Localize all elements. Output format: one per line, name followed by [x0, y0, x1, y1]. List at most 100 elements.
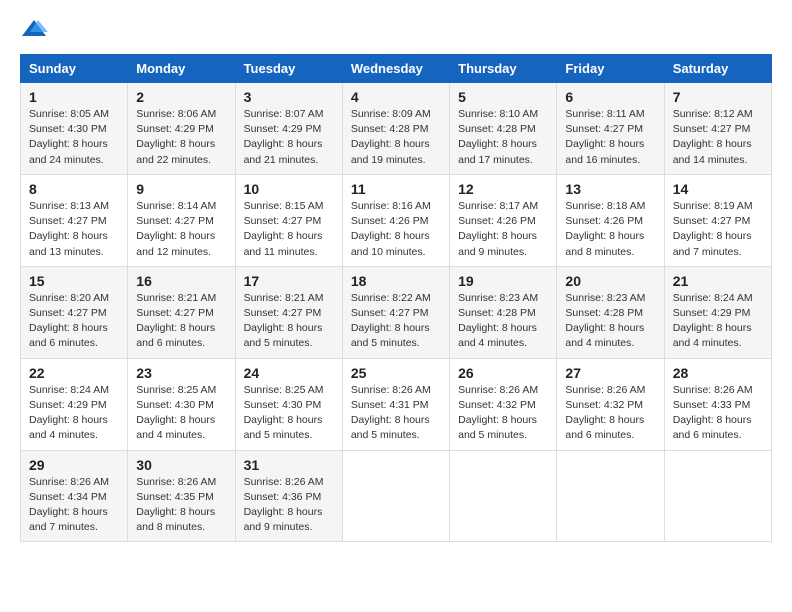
calendar-cell: 10 Sunrise: 8:15 AM Sunset: 4:27 PM Dayl…: [235, 174, 342, 266]
sunset-label: Sunset: 4:26 PM: [458, 215, 536, 227]
day-info: Sunrise: 8:18 AM Sunset: 4:26 PM Dayligh…: [565, 199, 655, 260]
day-number: 28: [673, 365, 763, 381]
sunrise-label: Sunrise: 8:24 AM: [29, 384, 109, 396]
day-number: 2: [136, 89, 226, 105]
sunrise-label: Sunrise: 8:22 AM: [351, 292, 431, 304]
daylight-label: Daylight: 8 hours and 5 minutes.: [244, 414, 323, 441]
sunrise-label: Sunrise: 8:15 AM: [244, 200, 324, 212]
sunrise-label: Sunrise: 8:23 AM: [458, 292, 538, 304]
day-number: 14: [673, 181, 763, 197]
day-info: Sunrise: 8:25 AM Sunset: 4:30 PM Dayligh…: [136, 383, 226, 444]
sunrise-label: Sunrise: 8:09 AM: [351, 108, 431, 120]
col-header-wednesday: Wednesday: [342, 55, 449, 83]
calendar-cell: 28 Sunrise: 8:26 AM Sunset: 4:33 PM Dayl…: [664, 358, 771, 450]
sunset-label: Sunset: 4:28 PM: [565, 307, 643, 319]
daylight-label: Daylight: 8 hours and 5 minutes.: [458, 414, 537, 441]
daylight-label: Daylight: 8 hours and 6 minutes.: [565, 414, 644, 441]
sunrise-label: Sunrise: 8:21 AM: [136, 292, 216, 304]
calendar-cell: 18 Sunrise: 8:22 AM Sunset: 4:27 PM Dayl…: [342, 266, 449, 358]
day-number: 9: [136, 181, 226, 197]
daylight-label: Daylight: 8 hours and 16 minutes.: [565, 138, 644, 165]
calendar-cell: 21 Sunrise: 8:24 AM Sunset: 4:29 PM Dayl…: [664, 266, 771, 358]
daylight-label: Daylight: 8 hours and 24 minutes.: [29, 138, 108, 165]
day-info: Sunrise: 8:19 AM Sunset: 4:27 PM Dayligh…: [673, 199, 763, 260]
col-header-monday: Monday: [128, 55, 235, 83]
calendar-cell: 23 Sunrise: 8:25 AM Sunset: 4:30 PM Dayl…: [128, 358, 235, 450]
day-info: Sunrise: 8:13 AM Sunset: 4:27 PM Dayligh…: [29, 199, 119, 260]
sunset-label: Sunset: 4:27 PM: [136, 215, 214, 227]
sunrise-label: Sunrise: 8:25 AM: [244, 384, 324, 396]
sunrise-label: Sunrise: 8:26 AM: [565, 384, 645, 396]
sunrise-label: Sunrise: 8:23 AM: [565, 292, 645, 304]
daylight-label: Daylight: 8 hours and 13 minutes.: [29, 230, 108, 257]
sunset-label: Sunset: 4:27 PM: [136, 307, 214, 319]
day-info: Sunrise: 8:26 AM Sunset: 4:32 PM Dayligh…: [565, 383, 655, 444]
daylight-label: Daylight: 8 hours and 19 minutes.: [351, 138, 430, 165]
calendar-cell: 25 Sunrise: 8:26 AM Sunset: 4:31 PM Dayl…: [342, 358, 449, 450]
day-number: 1: [29, 89, 119, 105]
day-number: 18: [351, 273, 441, 289]
day-number: 15: [29, 273, 119, 289]
sunset-label: Sunset: 4:35 PM: [136, 491, 214, 503]
calendar-cell: 11 Sunrise: 8:16 AM Sunset: 4:26 PM Dayl…: [342, 174, 449, 266]
sunrise-label: Sunrise: 8:19 AM: [673, 200, 753, 212]
calendar-cell: 13 Sunrise: 8:18 AM Sunset: 4:26 PM Dayl…: [557, 174, 664, 266]
daylight-label: Daylight: 8 hours and 5 minutes.: [244, 322, 323, 349]
calendar-cell: 15 Sunrise: 8:20 AM Sunset: 4:27 PM Dayl…: [21, 266, 128, 358]
sunset-label: Sunset: 4:27 PM: [244, 215, 322, 227]
daylight-label: Daylight: 8 hours and 4 minutes.: [673, 322, 752, 349]
sunrise-label: Sunrise: 8:07 AM: [244, 108, 324, 120]
day-info: Sunrise: 8:17 AM Sunset: 4:26 PM Dayligh…: [458, 199, 548, 260]
sunset-label: Sunset: 4:32 PM: [458, 399, 536, 411]
day-number: 17: [244, 273, 334, 289]
sunrise-label: Sunrise: 8:26 AM: [351, 384, 431, 396]
daylight-label: Daylight: 8 hours and 6 minutes.: [673, 414, 752, 441]
day-number: 4: [351, 89, 441, 105]
sunrise-label: Sunrise: 8:14 AM: [136, 200, 216, 212]
sunset-label: Sunset: 4:26 PM: [351, 215, 429, 227]
calendar-table: SundayMondayTuesdayWednesdayThursdayFrid…: [20, 54, 772, 542]
sunset-label: Sunset: 4:30 PM: [136, 399, 214, 411]
day-number: 11: [351, 181, 441, 197]
day-number: 27: [565, 365, 655, 381]
daylight-label: Daylight: 8 hours and 6 minutes.: [136, 322, 215, 349]
logo-icon: [20, 16, 48, 44]
sunset-label: Sunset: 4:27 PM: [29, 307, 107, 319]
sunset-label: Sunset: 4:27 PM: [351, 307, 429, 319]
sunrise-label: Sunrise: 8:18 AM: [565, 200, 645, 212]
day-info: Sunrise: 8:26 AM Sunset: 4:33 PM Dayligh…: [673, 383, 763, 444]
daylight-label: Daylight: 8 hours and 4 minutes.: [136, 414, 215, 441]
calendar-cell: 24 Sunrise: 8:25 AM Sunset: 4:30 PM Dayl…: [235, 358, 342, 450]
day-info: Sunrise: 8:20 AM Sunset: 4:27 PM Dayligh…: [29, 291, 119, 352]
daylight-label: Daylight: 8 hours and 9 minutes.: [244, 506, 323, 533]
calendar-cell: 5 Sunrise: 8:10 AM Sunset: 4:28 PM Dayli…: [450, 83, 557, 175]
sunset-label: Sunset: 4:27 PM: [673, 123, 751, 135]
sunrise-label: Sunrise: 8:26 AM: [458, 384, 538, 396]
sunset-label: Sunset: 4:26 PM: [565, 215, 643, 227]
sunset-label: Sunset: 4:28 PM: [458, 123, 536, 135]
day-number: 19: [458, 273, 548, 289]
calendar-week-row: 29 Sunrise: 8:26 AM Sunset: 4:34 PM Dayl…: [21, 450, 772, 542]
sunrise-label: Sunrise: 8:05 AM: [29, 108, 109, 120]
sunrise-label: Sunrise: 8:12 AM: [673, 108, 753, 120]
day-number: 23: [136, 365, 226, 381]
day-info: Sunrise: 8:23 AM Sunset: 4:28 PM Dayligh…: [565, 291, 655, 352]
day-number: 8: [29, 181, 119, 197]
day-info: Sunrise: 8:09 AM Sunset: 4:28 PM Dayligh…: [351, 107, 441, 168]
daylight-label: Daylight: 8 hours and 7 minutes.: [673, 230, 752, 257]
calendar-cell: [557, 450, 664, 542]
sunset-label: Sunset: 4:27 PM: [673, 215, 751, 227]
day-number: 3: [244, 89, 334, 105]
day-info: Sunrise: 8:26 AM Sunset: 4:34 PM Dayligh…: [29, 475, 119, 536]
day-info: Sunrise: 8:26 AM Sunset: 4:31 PM Dayligh…: [351, 383, 441, 444]
calendar-week-row: 8 Sunrise: 8:13 AM Sunset: 4:27 PM Dayli…: [21, 174, 772, 266]
day-info: Sunrise: 8:26 AM Sunset: 4:32 PM Dayligh…: [458, 383, 548, 444]
sunrise-label: Sunrise: 8:06 AM: [136, 108, 216, 120]
sunset-label: Sunset: 4:27 PM: [244, 307, 322, 319]
sunrise-label: Sunrise: 8:26 AM: [244, 476, 324, 488]
daylight-label: Daylight: 8 hours and 21 minutes.: [244, 138, 323, 165]
sunrise-label: Sunrise: 8:24 AM: [673, 292, 753, 304]
day-info: Sunrise: 8:05 AM Sunset: 4:30 PM Dayligh…: [29, 107, 119, 168]
daylight-label: Daylight: 8 hours and 7 minutes.: [29, 506, 108, 533]
day-number: 20: [565, 273, 655, 289]
